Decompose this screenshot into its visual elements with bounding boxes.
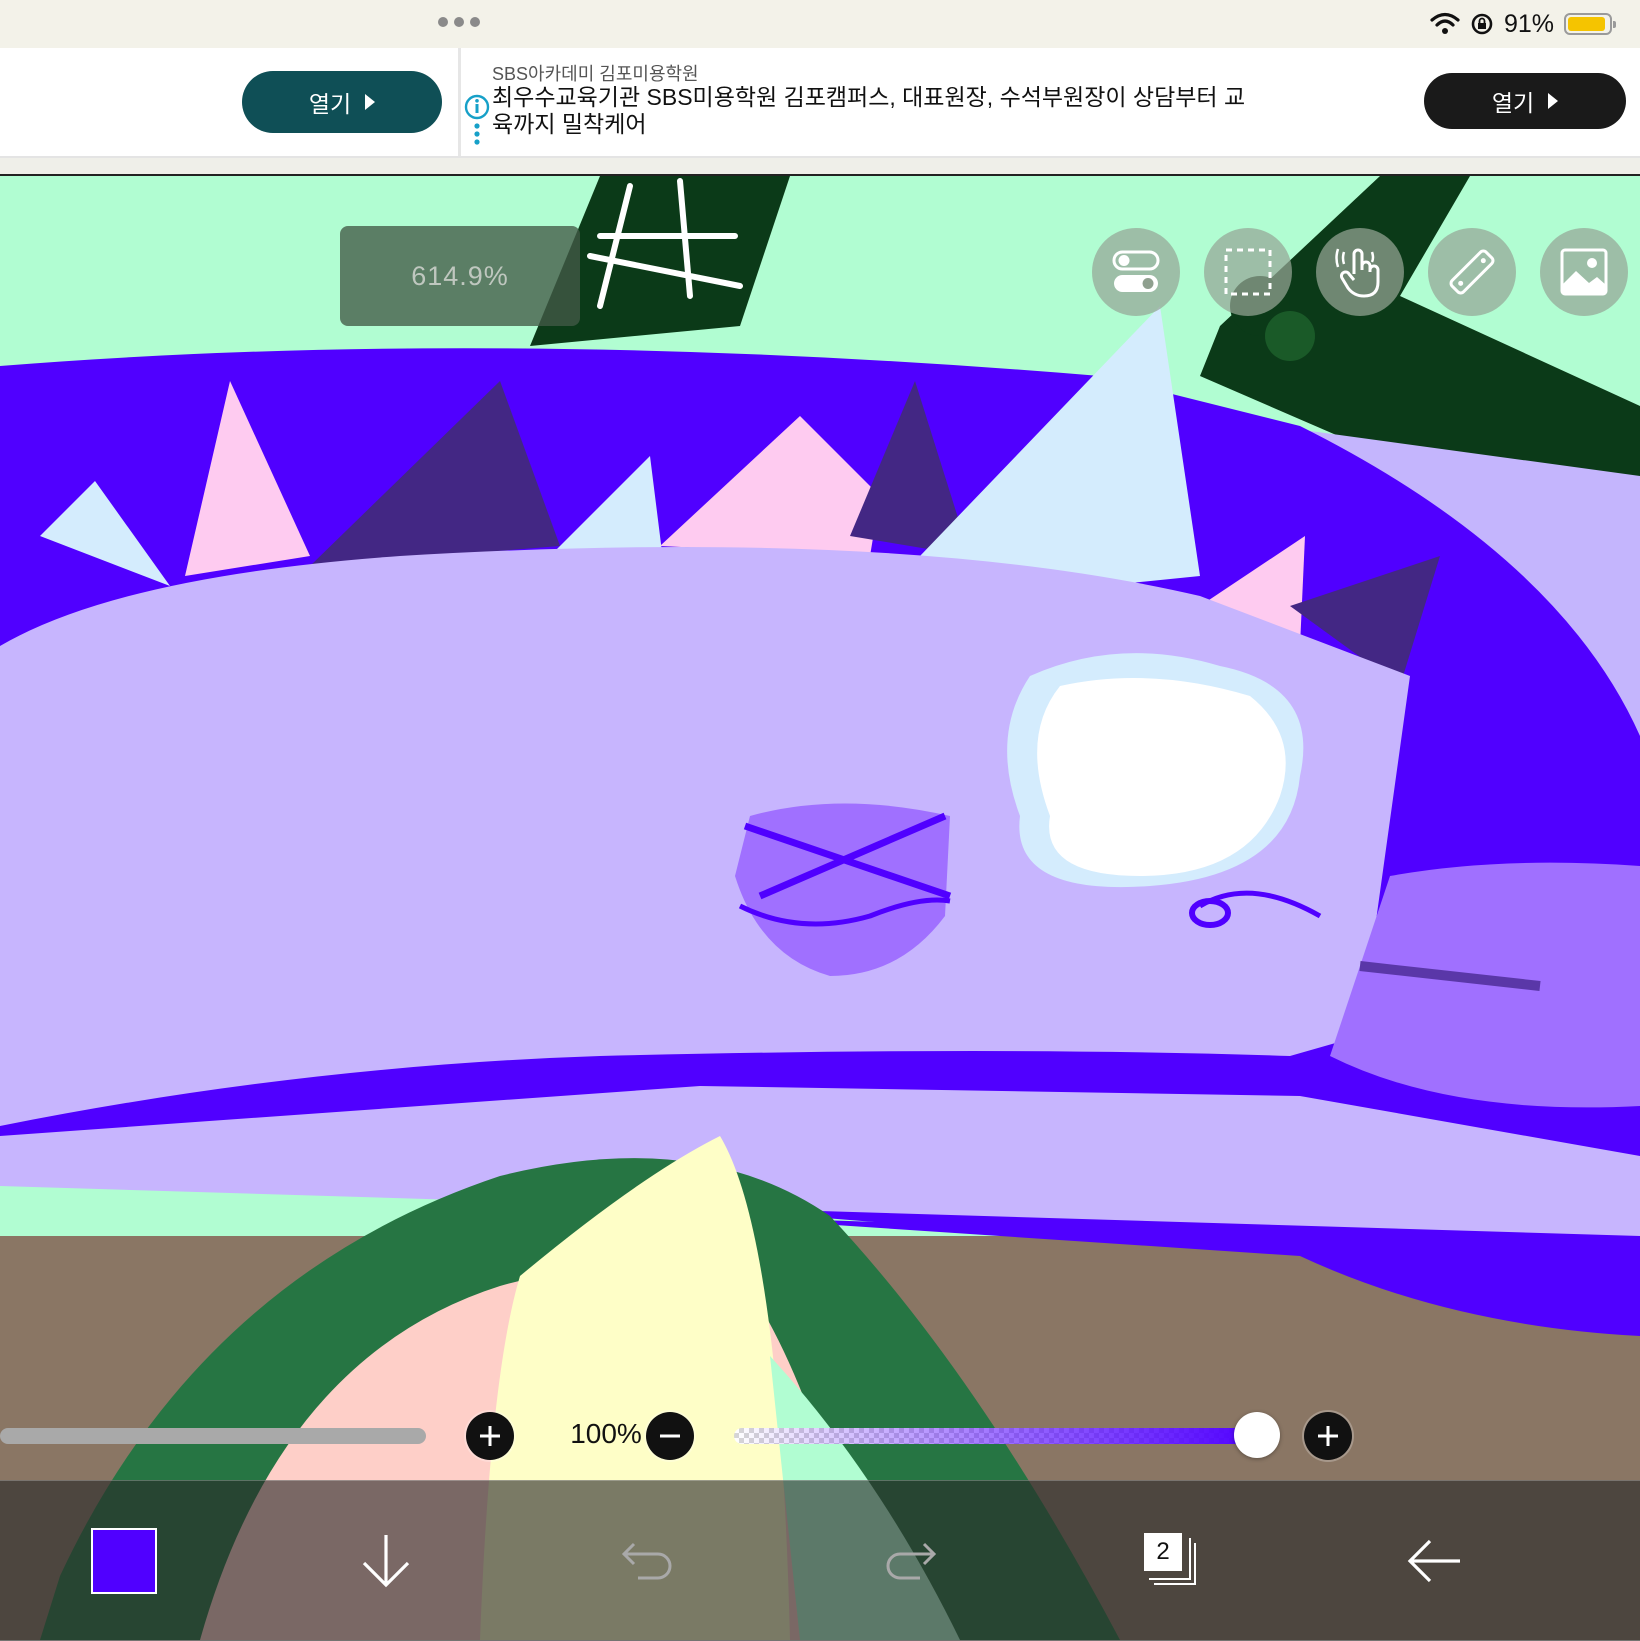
selection-icon xyxy=(1224,248,1272,296)
battery-icon xyxy=(1564,13,1616,35)
ad-open-button-left[interactable]: 열기 xyxy=(242,71,442,133)
undo-button[interactable] xyxy=(584,1481,712,1641)
touch-gesture-icon xyxy=(1335,248,1380,298)
layers-button[interactable]: 2 xyxy=(1108,1481,1236,1641)
opacity-slider-handle[interactable] xyxy=(1234,1412,1280,1458)
download-arrow-icon xyxy=(362,1535,410,1588)
play-triangle-icon xyxy=(1548,93,1559,109)
layers-count: 2 xyxy=(1144,1533,1182,1571)
status-bar: 91% xyxy=(0,0,1640,48)
ad-left-slot: 열기 xyxy=(0,48,461,156)
toggle-button[interactable] xyxy=(1092,228,1180,316)
play-triangle-icon xyxy=(365,94,376,110)
ad-headline[interactable]: 최우수교육기관 SBS미용학원 김포캠퍼스, 대표원장, 수석부원장이 상담부터… xyxy=(492,84,1252,138)
ruler-icon xyxy=(1449,249,1495,295)
opacity-slider[interactable] xyxy=(734,1428,1258,1444)
redo-icon xyxy=(886,1542,937,1580)
selection-button[interactable] xyxy=(1204,228,1292,316)
zoom-level-badge: 614.9% xyxy=(340,226,580,326)
status-indicators: 91% xyxy=(1430,8,1616,40)
current-color-swatch[interactable] xyxy=(91,1528,157,1594)
orientation-lock-icon xyxy=(1471,13,1493,35)
color-picker-button[interactable] xyxy=(60,1481,188,1641)
image-icon xyxy=(1560,248,1608,296)
back-button[interactable] xyxy=(1370,1481,1498,1641)
brush-size-decrease-button[interactable] xyxy=(646,1412,694,1460)
reference-image-button[interactable] xyxy=(1540,228,1628,316)
touch-gesture-button[interactable] xyxy=(1316,228,1404,316)
ad-info-icon[interactable] xyxy=(464,94,490,146)
back-arrow-icon xyxy=(1407,1539,1460,1583)
drawing-canvas[interactable] xyxy=(0,176,1640,1640)
ad-open-label: 열기 xyxy=(308,91,352,117)
multitasking-dots-icon[interactable] xyxy=(438,17,480,27)
brush-size-slider[interactable] xyxy=(0,1428,426,1444)
plus-icon xyxy=(1318,1426,1338,1446)
layers-icon: 2 xyxy=(1144,1533,1200,1589)
redo-button[interactable] xyxy=(846,1481,974,1641)
wifi-icon xyxy=(1430,12,1460,34)
opacity-increase-button[interactable] xyxy=(1304,1412,1352,1460)
toggle-icon xyxy=(1112,250,1160,292)
save-button[interactable] xyxy=(322,1481,450,1641)
battery-percentage: 91% xyxy=(1503,9,1554,38)
bottom-toolbar: 2 xyxy=(0,1480,1640,1641)
ruler-button[interactable] xyxy=(1428,228,1516,316)
ad-banner[interactable]: 열기 SBS아카데미 김포미용학원 최우수교육기관 SBS미용학원 김포캠퍼스,… xyxy=(0,48,1640,158)
brush-size-label: 100% xyxy=(570,1418,642,1449)
undo-icon xyxy=(621,1542,672,1580)
brush-size-increase-button[interactable] xyxy=(466,1412,514,1460)
ad-open-label: 열기 xyxy=(1491,90,1535,116)
ad-separator xyxy=(0,158,1640,176)
ad-open-button-right[interactable]: 열기 xyxy=(1424,73,1626,129)
artwork xyxy=(0,176,1640,1640)
plus-icon xyxy=(480,1426,500,1446)
ad-sponsor: SBS아카데미 김포미용학원 xyxy=(492,64,699,84)
minus-icon xyxy=(660,1434,680,1438)
